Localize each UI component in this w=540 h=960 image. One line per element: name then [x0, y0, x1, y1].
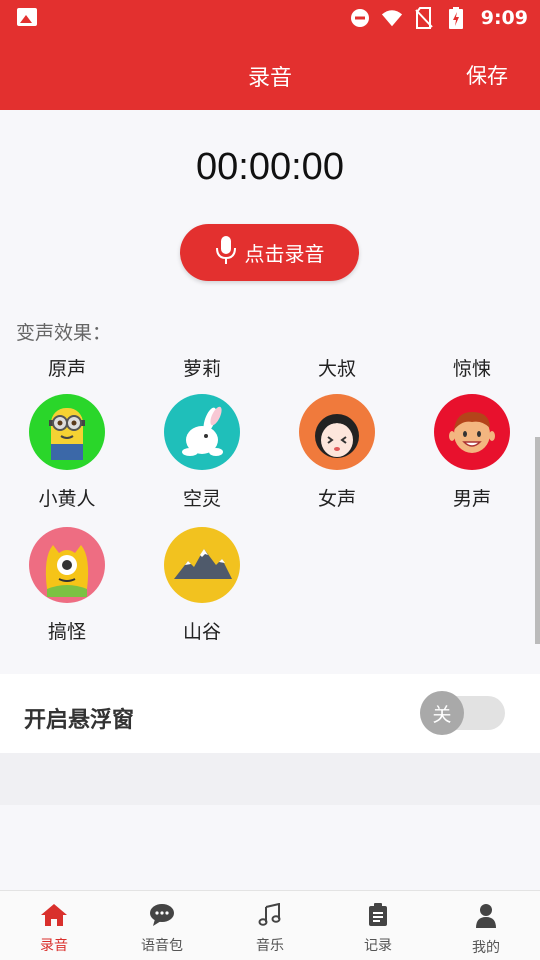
- wifi-icon: [381, 7, 403, 29]
- effect-uncle[interactable]: 大叔: [287, 354, 387, 381]
- nav-record-label: 录音: [40, 938, 68, 954]
- nav-mine-label: 我的: [472, 940, 500, 956]
- floating-window-label: 开启悬浮窗: [24, 708, 135, 733]
- effects-section-label: 变声效果：: [16, 322, 112, 344]
- record-button[interactable]: 点击录音: [180, 224, 359, 281]
- clock: 9:09: [480, 7, 528, 29]
- gallery-icon: [17, 8, 37, 26]
- title-bar: 录音 保存: [0, 36, 540, 110]
- toggle-knob: 关: [420, 691, 464, 735]
- nav-history[interactable]: 记录: [324, 891, 432, 960]
- floating-window-toggle[interactable]: 关: [420, 691, 505, 735]
- clipboard-icon: [368, 903, 388, 931]
- mountain-icon: [164, 527, 240, 603]
- person-icon: [475, 903, 497, 933]
- effect-male-label: 男声: [452, 488, 491, 510]
- music-note-icon: [258, 902, 282, 931]
- effect-male[interactable]: 男声: [417, 394, 527, 511]
- effect-female-label: 女声: [317, 488, 356, 510]
- nav-music[interactable]: 音乐: [216, 891, 324, 960]
- system-icons: 9:09: [349, 0, 540, 36]
- effect-female[interactable]: 女声: [282, 394, 392, 511]
- nav-voice-pack[interactable]: 语音包: [108, 891, 216, 960]
- record-button-label: 点击录音: [244, 242, 325, 266]
- dnd-icon: [349, 7, 371, 29]
- rabbit-icon: [164, 394, 240, 470]
- boy-face-icon: [434, 394, 510, 470]
- nav-music-label: 音乐: [256, 938, 284, 954]
- recording-timer: 00:00:00: [196, 146, 344, 188]
- divider-band: [0, 753, 540, 805]
- home-icon: [40, 903, 68, 931]
- effect-minion-label: 小黄人: [38, 488, 96, 510]
- effect-thriller[interactable]: 惊悚: [422, 354, 522, 381]
- effect-funny-label: 搞怪: [47, 621, 86, 643]
- status-bar: 9:09: [0, 0, 540, 36]
- nav-mine[interactable]: 我的: [432, 891, 540, 960]
- effect-funny[interactable]: 搞怪: [12, 527, 122, 644]
- effect-valley-label: 山谷: [182, 621, 221, 643]
- nav-voice-pack-label: 语音包: [141, 938, 183, 954]
- effect-minion[interactable]: 小黄人: [12, 394, 122, 511]
- page-title: 录音: [247, 66, 292, 91]
- girl-face-icon: [299, 394, 375, 470]
- effect-original[interactable]: 原声: [17, 354, 117, 381]
- save-button[interactable]: 保存: [466, 60, 508, 90]
- effect-ethereal-label: 空灵: [182, 488, 221, 510]
- bottom-nav: 录音 语音包 音乐 记录 我的: [0, 890, 540, 960]
- nav-history-label: 记录: [364, 938, 392, 954]
- floating-window-row: 开启悬浮窗 关: [0, 674, 540, 753]
- scrollbar[interactable]: [535, 437, 540, 644]
- nav-record[interactable]: 录音: [0, 891, 108, 960]
- no-sim-icon: [413, 7, 435, 29]
- effect-loli[interactable]: 萝莉: [152, 354, 252, 381]
- effect-ethereal[interactable]: 空灵: [147, 394, 257, 511]
- chat-bubble-icon: [149, 903, 175, 931]
- microphone-icon: [215, 235, 237, 270]
- minion-icon: [29, 394, 105, 470]
- one-eyed-monster-icon: [29, 527, 105, 603]
- battery-icon: [445, 7, 467, 29]
- effect-valley[interactable]: 山谷: [147, 527, 257, 644]
